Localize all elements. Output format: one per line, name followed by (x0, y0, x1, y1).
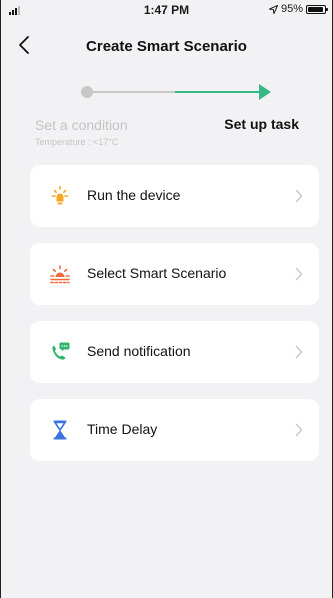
task-label: Run the device (87, 187, 181, 203)
step-progress (1, 82, 332, 102)
battery-level (308, 6, 324, 12)
step-line-active (175, 91, 261, 93)
task-label: Select Smart Scenario (87, 265, 227, 281)
location-arrow-icon (268, 4, 278, 14)
battery-icon (306, 4, 328, 14)
app-screen: 1:47 PM 95% Create Smart Scenario Set a … (0, 0, 333, 598)
step-arrow-icon (259, 84, 271, 100)
step-condition-detail: Temperature : <17°C (35, 137, 119, 147)
nav-bar: Create Smart Scenario (1, 28, 332, 64)
hourglass-icon (53, 420, 67, 440)
step-line-completed (91, 91, 175, 93)
step-label-task: Set up task (224, 116, 299, 132)
status-bar: 1:47 PM 95% (1, 0, 332, 20)
task-send-notification[interactable]: Send notification (30, 321, 319, 383)
battery-percent: 95% (280, 3, 303, 15)
page-title: Create Smart Scenario (86, 38, 247, 55)
chevron-right-icon (295, 423, 303, 437)
sun-device-icon (51, 185, 69, 205)
step-label-condition[interactable]: Set a condition (35, 117, 128, 133)
status-right: 95% (268, 3, 328, 15)
sunrise-icon (50, 265, 70, 284)
chevron-right-icon (295, 189, 303, 203)
task-run-device[interactable]: Run the device (30, 165, 319, 227)
task-time-delay[interactable]: Time Delay (30, 399, 319, 461)
phone-message-icon (52, 342, 70, 360)
task-list: Run the device Select Smart Scenario Sen… (30, 165, 319, 477)
chevron-right-icon (295, 345, 303, 359)
task-label: Time Delay (87, 421, 158, 437)
task-label: Send notification (87, 343, 191, 359)
chevron-right-icon (295, 267, 303, 281)
task-select-smart-scenario[interactable]: Select Smart Scenario (30, 243, 319, 305)
